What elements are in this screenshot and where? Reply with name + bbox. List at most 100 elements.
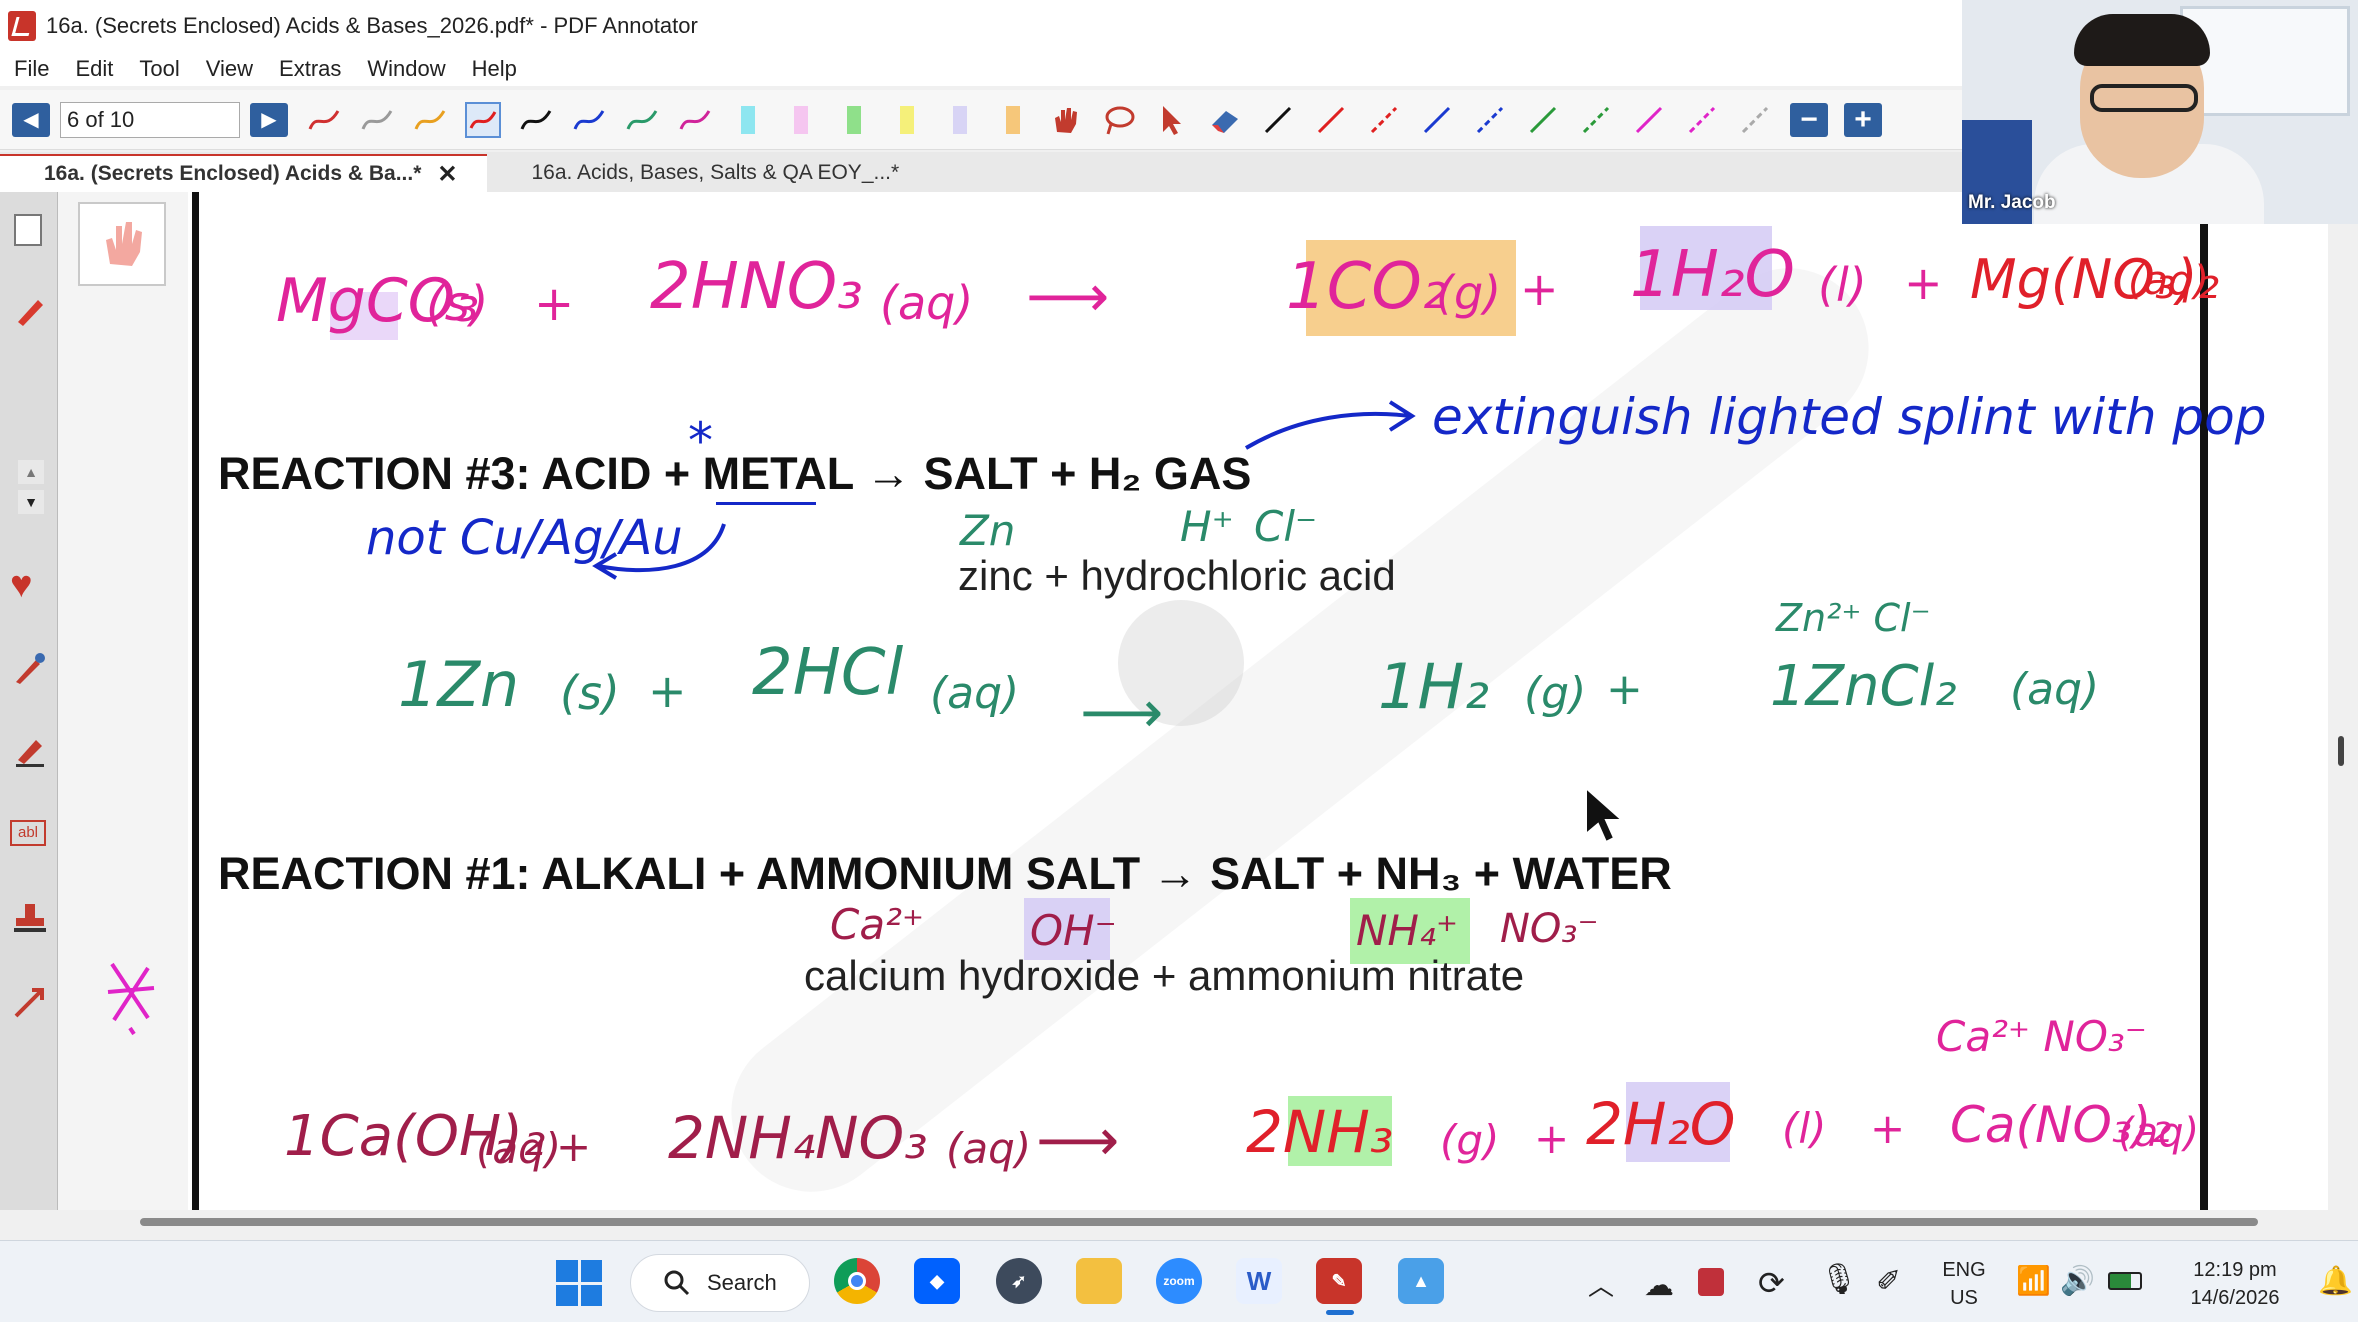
- reaction3-ion-h: H⁺: [1180, 502, 1234, 551]
- pen-black-icon[interactable]: [518, 102, 554, 138]
- wifi-icon[interactable]: 📶: [2016, 1264, 2051, 1297]
- line-black-icon[interactable]: [1260, 102, 1296, 138]
- tray-chevron-up-icon[interactable]: ︿: [1588, 1266, 1614, 1303]
- line-magenta-icon[interactable]: [1631, 102, 1667, 138]
- highlighter-pink-icon[interactable]: [783, 102, 819, 138]
- vertical-scrollbar-thumb[interactable]: [2338, 736, 2344, 766]
- pen-magenta-icon[interactable]: [677, 102, 713, 138]
- tab-secrets-enclosed[interactable]: 16a. (Secrets Enclosed) Acids & Ba...* ✕: [0, 154, 488, 192]
- clock[interactable]: 12:19 pm 14/6/2026: [2170, 1256, 2300, 1312]
- security-tray-icon[interactable]: [1698, 1268, 1724, 1296]
- pen-red-selected-icon[interactable]: [465, 101, 501, 138]
- pen-red-thin-icon[interactable]: [306, 102, 342, 138]
- notification-bell-icon[interactable]: 🔔: [2318, 1264, 2353, 1297]
- onedrive-cloud-icon[interactable]: ☁: [1644, 1268, 1674, 1303]
- pen-tray-icon[interactable]: ✐: [1876, 1264, 1901, 1299]
- photos-app-icon[interactable]: ▲: [1398, 1258, 1444, 1304]
- reaction3-subtitle: zinc + hydrochloric acid: [958, 552, 1396, 599]
- close-icon[interactable]: ✕: [437, 160, 457, 189]
- taskbar-search-box[interactable]: Search: [630, 1254, 810, 1312]
- pen-green-icon[interactable]: [624, 102, 660, 138]
- eq1-plus3: +: [1904, 256, 1943, 310]
- eq1-pstate1: (g): [1436, 266, 1502, 320]
- highlighter-lavender-icon[interactable]: [942, 102, 978, 138]
- line-gray-dashed-icon[interactable]: [1737, 102, 1773, 138]
- title-bar: 16a. (Secrets Enclosed) Acids & Bases_20…: [0, 0, 1962, 52]
- menu-file[interactable]: File: [14, 56, 49, 82]
- scroll-up-icon[interactable]: ▲: [18, 460, 44, 484]
- page-border-right: [2200, 222, 2208, 1210]
- windows-start-icon[interactable]: [556, 1260, 602, 1306]
- webcam-video-feed: [1962, 0, 2358, 224]
- reaction1-subtitle: calcium hydroxide + ammonium nitrate: [804, 952, 1525, 999]
- tab-acids-bases-salts[interactable]: 16a. Acids, Bases, Salts & QA EOY_...*: [487, 154, 929, 192]
- highlighter-orange-icon[interactable]: [995, 102, 1031, 138]
- line-red-dashed-icon[interactable]: [1366, 102, 1402, 138]
- zoom-app-icon[interactable]: zoom: [1156, 1258, 1202, 1304]
- scroll-down-icon[interactable]: ▼: [18, 490, 44, 514]
- file-explorer-icon[interactable]: [1076, 1258, 1122, 1304]
- eq1-product2: 1H₂O: [1630, 238, 1795, 312]
- eraser-icon[interactable]: [1207, 102, 1243, 138]
- pdf-annotator-taskbar-icon[interactable]: ✎: [1316, 1258, 1362, 1304]
- horizontal-scrollbar[interactable]: [140, 1218, 2258, 1226]
- pen-blue-icon[interactable]: [571, 102, 607, 138]
- line-magenta-dashed-icon[interactable]: [1684, 102, 1720, 138]
- brush-tool-icon[interactable]: [12, 650, 48, 691]
- hand-tool-thumbnail[interactable]: [78, 202, 166, 286]
- eq1-reactant2: 2HNO₃: [650, 250, 863, 324]
- pen-orange-icon[interactable]: [412, 102, 448, 138]
- dropbox-icon[interactable]: ◆: [914, 1258, 960, 1304]
- pen-gray-icon[interactable]: [359, 102, 395, 138]
- line-red-icon[interactable]: [1313, 102, 1349, 138]
- line-green-icon[interactable]: [1525, 102, 1561, 138]
- line-blue-dashed-icon[interactable]: [1472, 102, 1508, 138]
- menu-edit[interactable]: Edit: [75, 56, 113, 82]
- page-number-field[interactable]: 6 of 10: [60, 101, 240, 138]
- highlighter-yellow-icon[interactable]: [889, 102, 925, 138]
- menu-view[interactable]: View: [206, 56, 253, 82]
- arrow-tool-icon[interactable]: [12, 984, 48, 1025]
- zoom-in-button[interactable]: +: [1844, 102, 1882, 137]
- page-outline-icon[interactable]: [14, 214, 42, 246]
- eq1-arrow: ⟶: [1026, 262, 1110, 330]
- highlighter-green-icon[interactable]: [836, 102, 872, 138]
- menu-extras[interactable]: Extras: [279, 56, 341, 82]
- reaction1-ion-ca: Ca²⁺: [830, 900, 925, 949]
- menu-help[interactable]: Help: [472, 56, 517, 82]
- left-tool-strip: ▲ ▼ ♥ abl: [0, 192, 58, 1210]
- pen-tool-icon[interactable]: [12, 292, 48, 333]
- menu-tool[interactable]: Tool: [139, 56, 179, 82]
- document-tab-bar: 16a. (Secrets Enclosed) Acids & Ba...* ✕…: [0, 152, 1962, 192]
- eq1-pstate2: (l): [1818, 258, 1867, 312]
- previous-page-button[interactable]: ◀: [12, 102, 50, 137]
- reaction3-eq-arrow: ⟶: [1080, 678, 1164, 746]
- chrome-icon[interactable]: [834, 1258, 880, 1304]
- reaction1-eq-ps1: (g): [1440, 1116, 1500, 1165]
- lasso-tool-icon[interactable]: [1101, 102, 1137, 138]
- zoom-out-button[interactable]: −: [1790, 102, 1828, 137]
- input-language[interactable]: ENG US: [1934, 1256, 1994, 1312]
- reaction3-ion-zn: Zn: [960, 506, 1016, 555]
- text-box-icon[interactable]: abl: [10, 820, 46, 846]
- word-app-icon[interactable]: W: [1236, 1258, 1282, 1304]
- menu-window[interactable]: Window: [367, 56, 445, 82]
- reaction1-ion-cano3: Ca²⁺ NO₃⁻: [1936, 1012, 2147, 1061]
- webcam-participant-name: Mr. Jacob: [1968, 192, 2056, 213]
- favorites-heart-icon[interactable]: ♥: [10, 564, 33, 607]
- microphone-icon[interactable]: 🎙: [1820, 1262, 1858, 1297]
- eq1-state1: (s): [426, 276, 489, 332]
- line-blue-icon[interactable]: [1419, 102, 1455, 138]
- select-arrow-icon[interactable]: [1154, 102, 1190, 138]
- hand-tool-icon[interactable]: [1048, 102, 1084, 138]
- battery-icon[interactable]: [2108, 1272, 2142, 1290]
- line-green-dashed-icon[interactable]: [1578, 102, 1614, 138]
- marker-tool-icon[interactable]: [12, 732, 48, 773]
- safari-compass-icon[interactable]: ➶: [996, 1258, 1042, 1304]
- sync-tray-icon[interactable]: ⟳: [1758, 1264, 1785, 1302]
- reaction1-eq-ps2: (l): [1782, 1104, 1827, 1153]
- highlighter-cyan-icon[interactable]: [730, 102, 766, 138]
- next-page-button[interactable]: ▶: [250, 102, 288, 137]
- stamp-tool-icon[interactable]: [12, 900, 48, 941]
- volume-icon[interactable]: 🔊: [2060, 1264, 2095, 1297]
